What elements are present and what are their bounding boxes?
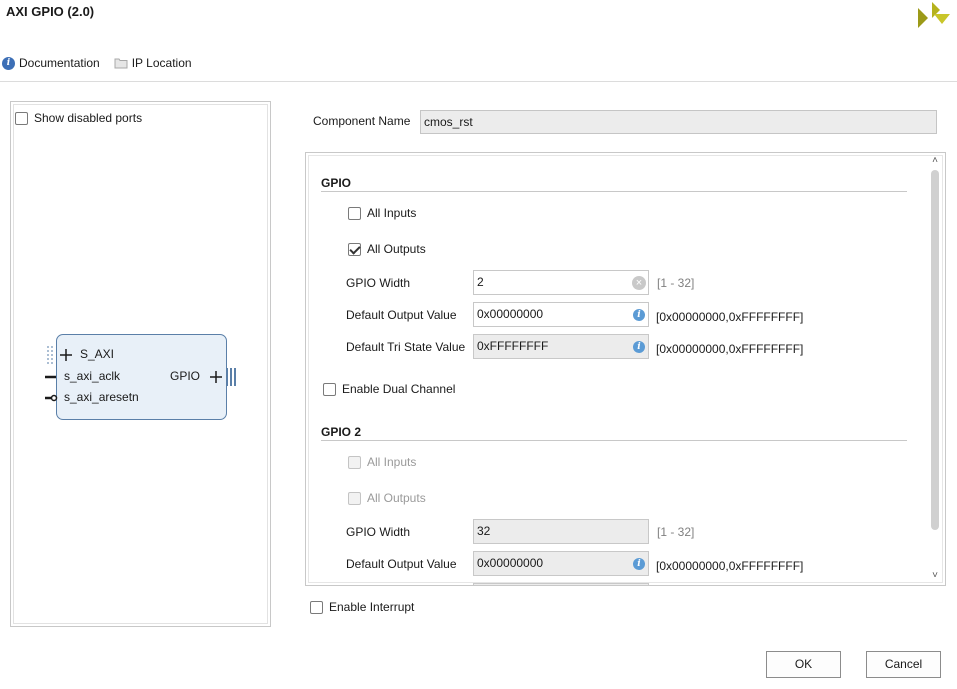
component-name-label: Component Name <box>313 114 411 128</box>
gpio2-all-inputs-label: All Inputs <box>367 455 417 469</box>
config-scroll-area: GPIO All Inputs All Outputs GPIO Width 2… <box>308 155 943 585</box>
show-disabled-ports-checkbox[interactable] <box>15 111 28 125</box>
ip-block[interactable]: S_AXI s_axi_aclk s_axi_aresetn GPIO <box>56 334 227 420</box>
documentation-label: Documentation <box>19 56 100 70</box>
header-divider <box>0 81 957 82</box>
show-disabled-ports-option[interactable]: Show disabled ports <box>15 111 142 125</box>
toolbar: i Documentation IP Location <box>0 52 957 74</box>
s-axi-port-label: S_AXI <box>80 347 115 361</box>
info-icon[interactable]: i <box>633 341 645 353</box>
gpio-width-label: GPIO Width <box>346 276 411 290</box>
gpio-all-inputs-checkbox[interactable] <box>348 206 361 220</box>
gpio-section-divider <box>321 191 907 192</box>
gpio2-section-divider <box>321 440 907 441</box>
enable-dual-channel-label: Enable Dual Channel <box>342 382 456 396</box>
gpio2-default-output-range: [0x00000000,0xFFFFFFFF] <box>656 559 804 573</box>
gpio2-all-outputs-label: All Outputs <box>367 491 426 505</box>
gpio2-tristate-input-partial[interactable] <box>473 583 649 585</box>
gpio2-all-outputs-option[interactable]: All Outputs <box>348 491 426 505</box>
gpio-default-tristate-label: Default Tri State Value <box>346 340 466 354</box>
gpio-width-range: [1 - 32] <box>657 276 695 290</box>
component-name-field[interactable]: cmos_rst <box>420 110 937 134</box>
enable-interrupt-label: Enable Interrupt <box>329 600 415 614</box>
clear-icon[interactable]: × <box>632 276 646 290</box>
gpio2-width-label: GPIO Width <box>346 525 411 539</box>
gpio-all-inputs-label: All Inputs <box>367 206 417 220</box>
gpio2-all-inputs-checkbox[interactable] <box>348 455 361 469</box>
gpio-port-label: GPIO <box>170 369 201 383</box>
gpio2-all-inputs-option[interactable]: All Inputs <box>348 455 416 469</box>
gpio-output-pin <box>210 368 236 386</box>
ip-location-button[interactable]: IP Location <box>114 56 192 70</box>
gpio-all-outputs-checkbox[interactable] <box>348 242 361 256</box>
config-panel: GPIO All Inputs All Outputs GPIO Width 2… <box>305 152 946 586</box>
gpio2-section-title: GPIO 2 <box>321 425 362 439</box>
gpio-section-title: GPIO <box>321 176 352 190</box>
gpio-default-output-input[interactable]: 0x00000000 <box>473 302 649 327</box>
scroll-up-icon[interactable]: ˄ <box>930 156 940 166</box>
folder-icon <box>114 58 128 69</box>
show-disabled-ports-label: Show disabled ports <box>34 111 143 125</box>
info-icon[interactable]: i <box>633 309 645 321</box>
gpio-all-outputs-label: All Outputs <box>367 242 426 256</box>
ip-location-label: IP Location <box>131 56 192 70</box>
gpio-default-output-range: [0x00000000,0xFFFFFFFF] <box>656 310 804 324</box>
window-title: AXI GPIO (2.0) <box>6 4 95 19</box>
gpio-default-output-label: Default Output Value <box>346 308 457 322</box>
enable-interrupt-option[interactable]: Enable Interrupt <box>310 600 414 614</box>
enable-dual-channel-option[interactable]: Enable Dual Channel <box>323 382 455 396</box>
gpio-default-tristate-range: [0x00000000,0xFFFFFFFF] <box>656 342 804 356</box>
scrollbar-thumb[interactable] <box>931 170 939 530</box>
info-icon[interactable]: i <box>633 558 645 570</box>
ok-button[interactable]: OK <box>766 651 841 678</box>
input-pins <box>45 346 72 402</box>
gpio2-default-output-label: Default Output Value <box>346 557 457 571</box>
gpio-default-tristate-input[interactable]: 0xFFFFFFFF <box>473 334 649 359</box>
enable-interrupt-checkbox[interactable] <box>310 600 323 614</box>
info-icon: i <box>2 56 15 70</box>
scroll-down-icon[interactable]: ˅ <box>930 571 940 581</box>
vendor-logo-icon <box>918 2 950 28</box>
documentation-menu[interactable]: i Documentation <box>2 56 100 70</box>
config-scrollbar[interactable]: ˄ ˅ <box>925 154 943 584</box>
gpio-all-inputs-option[interactable]: All Inputs <box>348 206 416 220</box>
enable-dual-channel-checkbox[interactable] <box>323 382 336 396</box>
gpio2-default-output-input[interactable]: 0x00000000 <box>473 551 649 576</box>
gpio2-width-input[interactable]: 32 <box>473 519 649 544</box>
gpio-width-input[interactable]: 2 <box>473 270 649 295</box>
gpio2-all-outputs-checkbox[interactable] <box>348 491 361 505</box>
cancel-button[interactable]: Cancel <box>866 651 941 678</box>
gpio2-width-range: [1 - 32] <box>657 525 695 539</box>
gpio-all-outputs-option[interactable]: All Outputs <box>348 242 426 256</box>
